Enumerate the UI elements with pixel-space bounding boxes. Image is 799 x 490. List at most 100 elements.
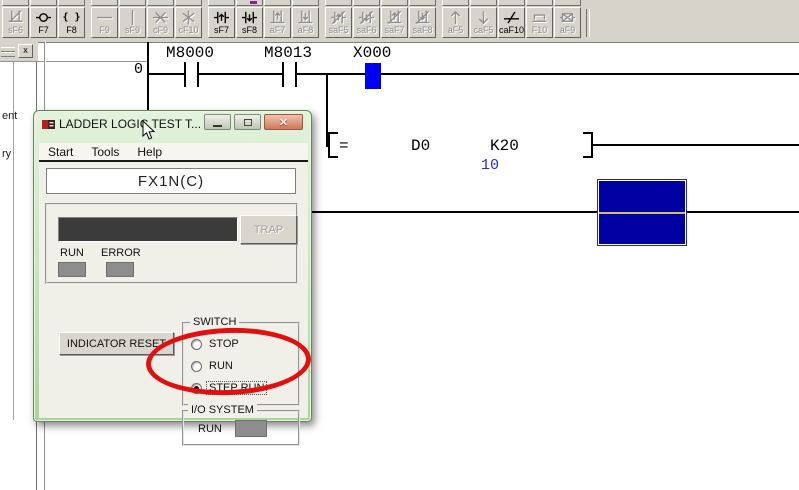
arrow-down-icon <box>476 10 491 25</box>
edit-cursor-cell[interactable] <box>597 179 687 246</box>
dialog-titlebar[interactable]: LADDER LOGIC TEST T... ✕ <box>34 111 311 143</box>
toolbar-button-partial[interactable] <box>409 0 436 6</box>
close-button[interactable]: ✕ <box>264 114 303 130</box>
toolbar-button-cF10[interactable]: cF10 <box>175 7 202 38</box>
contact-m8000[interactable] <box>197 62 199 87</box>
toolbar-button-label: F10 <box>532 25 548 35</box>
delete-junction-icon <box>181 10 196 25</box>
toolbar-button-partial[interactable] <box>91 0 118 6</box>
toolbar-button-aF5[interactable]: aF5 <box>442 7 469 38</box>
toolbar-button-label: cF9 <box>153 25 168 35</box>
rung-line <box>593 144 799 146</box>
toolbar-button-partial[interactable] <box>292 0 319 6</box>
negated-rising-pulse-icon <box>331 10 346 25</box>
menu-help[interactable]: Help <box>128 145 171 159</box>
rung-line-inverted <box>599 212 685 214</box>
toolbar-button-partial[interactable] <box>526 0 553 6</box>
toolbar-button-saF6[interactable]: saF6 <box>353 7 380 38</box>
toolbar-button-aF9[interactable]: aF9 <box>554 7 581 38</box>
toolbar-area: sF6F7{ }F8F9sF9cF9cF10sF7sF8aF7aF8saF5sa… <box>0 0 799 43</box>
negated-falling-pulse-icon <box>359 10 374 25</box>
toolbar-button-aF8[interactable]: aF8 <box>292 7 319 38</box>
toolbar-button-label: sF6 <box>8 25 23 35</box>
toolbar-button-partial[interactable] <box>381 0 408 6</box>
indicator-reset-label: INDICATOR RESET <box>67 338 166 350</box>
toolbar-button-F10[interactable]: F10 <box>526 7 553 38</box>
arrow-up-icon <box>448 10 463 25</box>
contact-label: M8000 <box>166 44 214 62</box>
toolbar-button-aF7[interactable]: aF7 <box>264 7 291 38</box>
toolbar-button-F7[interactable]: F7 <box>30 7 57 38</box>
contact-m8013[interactable] <box>282 62 284 87</box>
io-group-legend: I/O SYSTEM <box>188 404 257 416</box>
menu-tools[interactable]: Tools <box>82 145 128 159</box>
compare-operand2[interactable]: K20 <box>490 137 519 155</box>
toolbar-button-label: sF8 <box>242 25 257 35</box>
error-led-indicator <box>106 262 134 277</box>
toolbar-group: F9sF9 cF9 cF10 <box>91 7 202 38</box>
toolbar-button-sF8[interactable]: sF8 <box>236 7 263 38</box>
toolbar-button-partial[interactable] <box>30 0 57 6</box>
toolbar-button-partial[interactable] <box>208 0 235 6</box>
toolbar-button-partial[interactable] <box>264 0 291 6</box>
compare-operand1[interactable]: D0 <box>411 137 430 155</box>
compare-left-bracket <box>328 132 330 158</box>
toolbar-button-sF9[interactable]: sF9 <box>119 7 146 38</box>
toolbar-group-partial <box>208 0 319 6</box>
toolbar-button-partial[interactable] <box>554 0 581 6</box>
io-run-indicator <box>235 420 267 437</box>
toolbar-button-label: aF8 <box>298 25 314 35</box>
application-instruction-icon: { } <box>62 10 80 25</box>
toolbar-button-partial[interactable] <box>498 0 525 6</box>
contact-x000-energized[interactable] <box>365 63 381 89</box>
rising-pulse-contact-icon <box>214 10 229 25</box>
toolbar-button-label: cF10 <box>178 25 198 35</box>
toolbar-group-partial <box>91 0 202 6</box>
toolbar-button-label: aF7 <box>270 25 286 35</box>
toolbar-button-label: aF5 <box>448 25 464 35</box>
toolbar-button-saF5[interactable]: saF5 <box>325 7 352 38</box>
toolbar-button-partial[interactable] <box>353 0 380 6</box>
toolbar-group-partial <box>442 0 581 6</box>
minimize-button[interactable] <box>204 114 231 130</box>
toolbar-button-label: sF7 <box>214 25 229 35</box>
toolbar-button-F9[interactable]: F9 <box>91 7 118 38</box>
status-groupbox: TRAP RUN ERROR <box>45 203 298 284</box>
toolbar-button-partial[interactable] <box>470 0 497 6</box>
toolbar-group-partial <box>325 0 436 6</box>
toolbar-button-saF7[interactable]: saF7 <box>381 7 408 38</box>
toolbar-button-caF5[interactable]: caF5 <box>470 7 497 38</box>
toolbar-button-label: saF7 <box>384 25 404 35</box>
toolbar-button-sF7[interactable]: sF7 <box>208 7 235 38</box>
toolbar-button-partial[interactable] <box>58 0 85 6</box>
plc-type-label: FX1N(C) <box>138 173 204 190</box>
compare-right-bracket <box>583 132 591 134</box>
horizontal-line-icon <box>97 10 112 25</box>
toolbar-button-F8[interactable]: { }F8 <box>58 7 85 38</box>
toolbar-button-partial[interactable] <box>325 0 352 6</box>
trap-display-bar <box>58 217 238 242</box>
toolbar-button-partial[interactable] <box>147 0 174 6</box>
toolbar-button-partial[interactable] <box>119 0 146 6</box>
trap-button[interactable]: TRAP <box>240 215 297 244</box>
toolbar-button-sF6[interactable]: sF6 <box>2 7 29 38</box>
toolbar-button-partial[interactable] <box>442 0 469 6</box>
toolbar-button-saF8[interactable]: saF8 <box>409 7 436 38</box>
toolbar-group: aF5 caF5caF10 F10 aF9 <box>442 7 581 38</box>
dialog-menubar: StartToolsHelp <box>39 143 308 160</box>
contact-label: M8013 <box>264 44 312 62</box>
contact-m8013[interactable] <box>295 62 297 87</box>
toolbar-button-partial[interactable] <box>2 0 29 6</box>
compare-operator[interactable]: = <box>339 137 349 155</box>
partial-toolbar-row <box>2 0 581 6</box>
maximize-button[interactable] <box>234 114 261 130</box>
toolbar-button-partial[interactable] <box>175 0 202 6</box>
menu-start[interactable]: Start <box>39 145 82 159</box>
parallel-rising-pulse-icon <box>270 10 285 25</box>
toolbar-button-label: F8 <box>66 25 77 35</box>
toolbar-button-cF9[interactable]: cF9 <box>147 7 174 38</box>
contact-m8000[interactable] <box>184 62 186 87</box>
parallel-nc-pulse-contact-icon <box>8 10 23 25</box>
invert-line-icon <box>504 10 519 25</box>
toolbar-button-caF10[interactable]: caF10 <box>498 7 525 38</box>
